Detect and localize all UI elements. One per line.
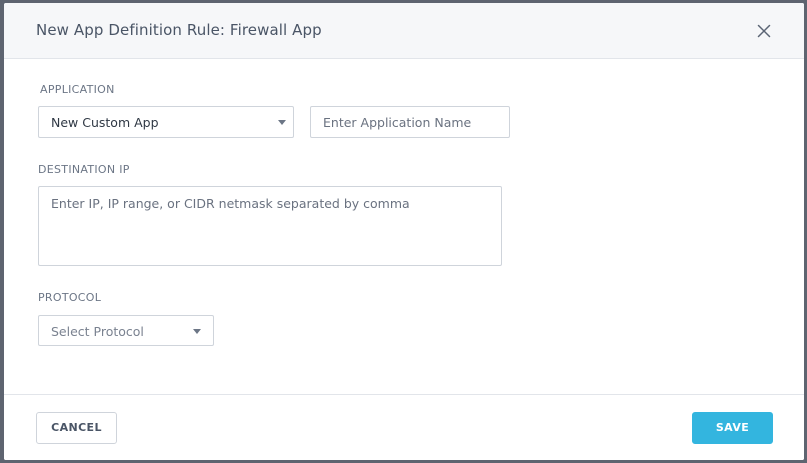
dialog-footer: CANCEL SAVE (4, 394, 804, 460)
app-definition-dialog: New App Definition Rule: Firewall App AP… (4, 3, 804, 460)
dialog-header: New App Definition Rule: Firewall App (4, 3, 804, 59)
application-label: APPLICATION (40, 83, 115, 96)
chevron-down-icon (278, 120, 286, 125)
destination-ip-input[interactable] (38, 186, 502, 266)
application-select[interactable]: New Custom App (38, 106, 294, 138)
destination-ip-label: DESTINATION IP (38, 163, 130, 176)
close-icon[interactable] (754, 21, 774, 41)
chevron-down-icon (193, 329, 201, 334)
protocol-select-placeholder: Select Protocol (51, 324, 144, 339)
protocol-label: PROTOCOL (38, 291, 102, 304)
dialog-title: New App Definition Rule: Firewall App (36, 21, 322, 39)
protocol-select[interactable]: Select Protocol (38, 315, 214, 346)
cancel-button[interactable]: CANCEL (36, 412, 117, 444)
application-select-value: New Custom App (51, 115, 159, 130)
application-name-input[interactable] (310, 106, 510, 138)
save-button[interactable]: SAVE (692, 412, 773, 444)
